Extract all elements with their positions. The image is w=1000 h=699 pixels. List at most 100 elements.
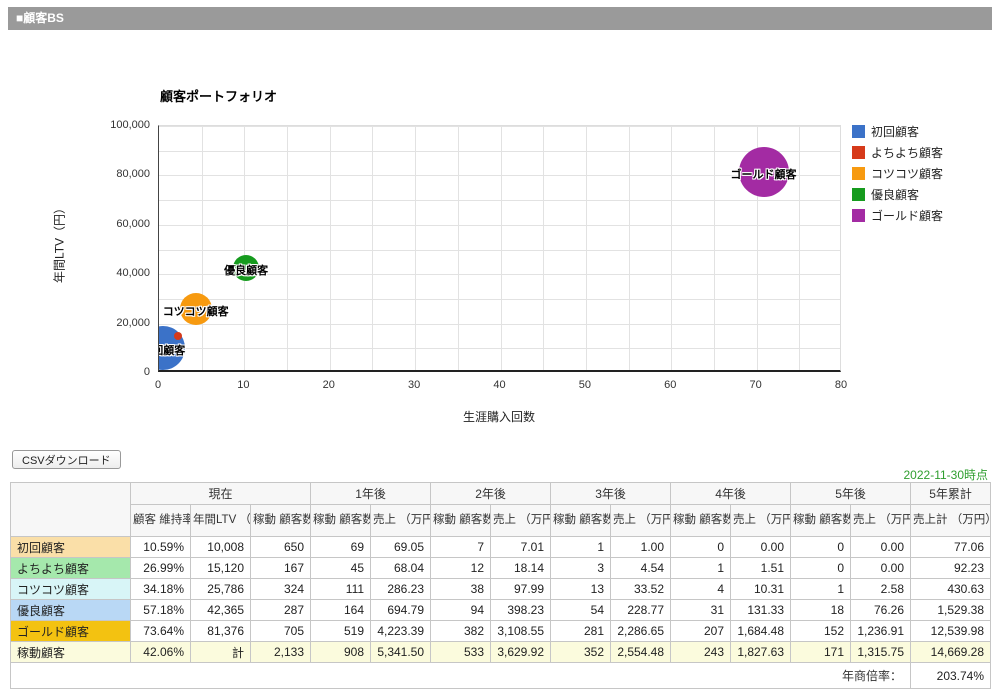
column-sub-header: 稼動 顧客数 [551, 505, 611, 537]
section-title: ■顧客BS [16, 11, 64, 25]
table-row: よちよち顧客26.99%15,1201674568.041218.1434.54… [11, 558, 991, 579]
table-cell: 38 [431, 579, 491, 600]
x-tick-label: 0 [138, 379, 178, 391]
gridline-vertical [202, 126, 203, 370]
table-row: 優良顧客57.18%42,365287164694.7994398.235422… [11, 600, 991, 621]
table-cell: 398.23 [491, 600, 551, 621]
y-tick-label: 80,000 [98, 168, 150, 180]
table-cell: 164 [311, 600, 371, 621]
legend-item-ゴールド顧客: ゴールド顧客 [852, 205, 943, 226]
gridline-horizontal [159, 151, 840, 152]
column-group-header: 4年後 [671, 483, 791, 505]
table-cell: 2,554.48 [611, 642, 671, 663]
table-cell: 45 [311, 558, 371, 579]
bubble-label-コツコツ顧客: コツコツ顧客 [163, 303, 229, 319]
gridline-vertical [372, 126, 373, 370]
table-cell: 10,008 [191, 537, 251, 558]
table-cell: 57.18% [131, 600, 191, 621]
gridline-vertical [629, 126, 630, 370]
column-sub-header: 売上 （万円） [611, 505, 671, 537]
table-cell: 69.05 [371, 537, 431, 558]
gridline-vertical [244, 126, 245, 370]
as-of-date: 2022-11-30時点 [688, 466, 988, 483]
row-label: よちよち顧客 [11, 558, 131, 579]
table-cell: 92.23 [911, 558, 991, 579]
x-tick-label: 40 [480, 379, 520, 391]
bubble-よちよち顧客 [174, 332, 182, 340]
table-cell: 14,669.28 [911, 642, 991, 663]
table-cell: 33.52 [611, 579, 671, 600]
legend-item-label: コツコツ顧客 [871, 165, 943, 182]
table-cell: 324 [251, 579, 311, 600]
table-cell: 26.99% [131, 558, 191, 579]
gridline-vertical [330, 126, 331, 370]
table-cell: 243 [671, 642, 731, 663]
legend-swatch-icon [852, 188, 865, 201]
table-cell: 1,236.91 [851, 621, 911, 642]
annual-sales-ratio-label: 年商倍率： [11, 663, 911, 689]
column-group-header: 5年累計 [911, 483, 991, 505]
column-sub-header: 稼動 顧客数 [311, 505, 371, 537]
table-cell: 1 [551, 537, 611, 558]
table-cell: 4,223.39 [371, 621, 431, 642]
table-cell: 1.00 [611, 537, 671, 558]
gridline-horizontal [159, 200, 840, 201]
annual-sales-ratio-value: 203.74% [911, 663, 991, 689]
table-row: 稼動顧客42.06%計2,1339085,341.505333,629.9235… [11, 642, 991, 663]
legend-item-label: ゴールド顧客 [871, 207, 943, 224]
footer-row: 年商倍率：203.74% [11, 663, 991, 689]
y-axis-title: 年間LTV（円） [51, 198, 68, 288]
x-tick-label: 30 [394, 379, 434, 391]
table-cell: 81,376 [191, 621, 251, 642]
row-label: 優良顧客 [11, 600, 131, 621]
column-group-header: 1年後 [311, 483, 431, 505]
y-tick-label: 0 [98, 366, 150, 378]
table-cell: 0 [791, 537, 851, 558]
table-cell: 1,315.75 [851, 642, 911, 663]
table-cell: 1 [791, 579, 851, 600]
table-body: 初回顧客10.59%10,0086506969.0577.0111.0000.0… [11, 537, 991, 663]
gridline-vertical [586, 126, 587, 370]
y-tick-label: 60,000 [98, 218, 150, 230]
legend-swatch-icon [852, 167, 865, 180]
table-cell: 34.18% [131, 579, 191, 600]
y-tick-label: 40,000 [98, 267, 150, 279]
column-group-header: 5年後 [791, 483, 911, 505]
table-cell: 352 [551, 642, 611, 663]
table-cell: 10.59% [131, 537, 191, 558]
legend-item-初回顧客: 初回顧客 [852, 121, 943, 142]
legend-item-label: よちよち顧客 [871, 144, 943, 161]
x-tick-label: 10 [223, 379, 263, 391]
gridline-vertical [501, 126, 502, 370]
column-sub-header: 売上 （万円） [371, 505, 431, 537]
table-cell: 42.06% [131, 642, 191, 663]
bubble-label-初回顧客: 初回顧客 [158, 342, 185, 358]
table-cell: 1 [671, 558, 731, 579]
legend-swatch-icon [852, 146, 865, 159]
column-sub-header: 稼動 顧客数 [251, 505, 311, 537]
table-cell: 1,827.63 [731, 642, 791, 663]
table-cell: 0 [791, 558, 851, 579]
table-cell: 650 [251, 537, 311, 558]
column-sub-header: 顧客 維持率 [131, 505, 191, 537]
table-cell: 4.54 [611, 558, 671, 579]
gridline-vertical [415, 126, 416, 370]
section-header-bar: ■顧客BS [8, 7, 992, 30]
row-label: 初回顧客 [11, 537, 131, 558]
y-tick-label: 100,000 [98, 119, 150, 131]
table-cell: 76.26 [851, 600, 911, 621]
table-cell: 12 [431, 558, 491, 579]
table-cell: 281 [551, 621, 611, 642]
gridline-horizontal [159, 299, 840, 300]
column-sub-header: 年間LTV （円） [191, 505, 251, 537]
bubble-label-優良顧客: 優良顧客 [224, 262, 268, 278]
table-row: ゴールド顧客73.64%81,3767055194,223.393823,108… [11, 621, 991, 642]
table-cell: 3 [551, 558, 611, 579]
table-cell: 12,539.98 [911, 621, 991, 642]
csv-download-button[interactable]: CSVダウンロード [12, 450, 121, 469]
table-cell: 4 [671, 579, 731, 600]
table-cell: 694.79 [371, 600, 431, 621]
gridline-vertical [714, 126, 715, 370]
gridline-vertical [671, 126, 672, 370]
table-cell: 5,341.50 [371, 642, 431, 663]
